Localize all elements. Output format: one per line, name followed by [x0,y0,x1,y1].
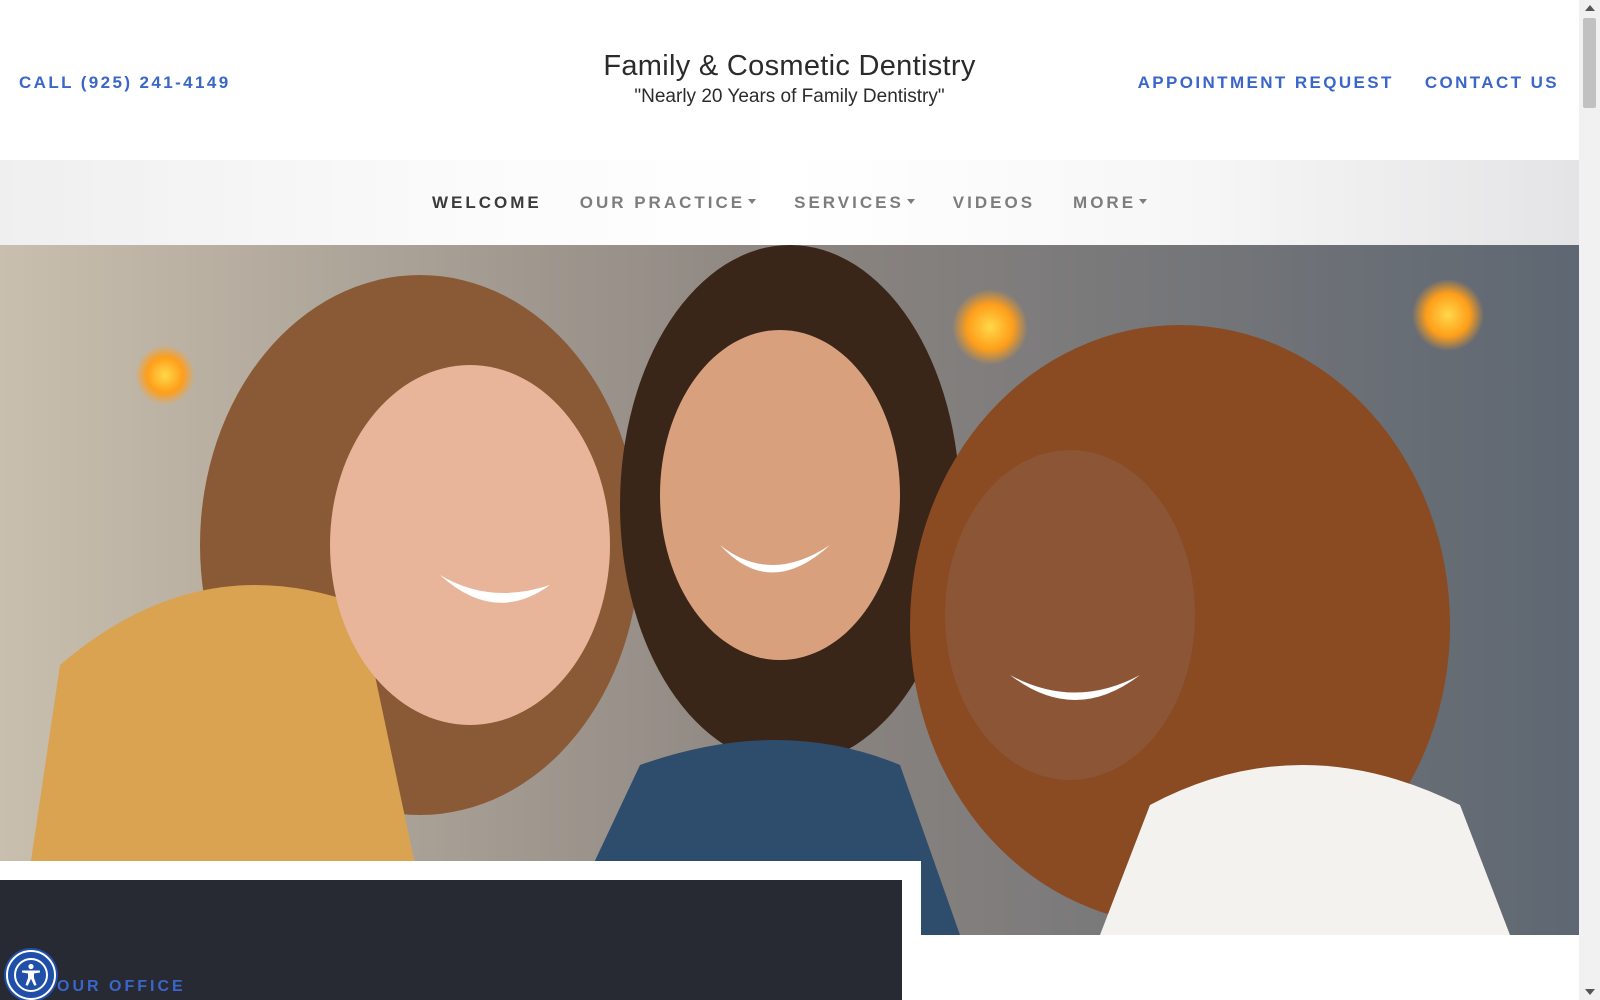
nav-item-label: WELCOME [431,192,542,212]
caret-down-icon [748,198,757,204]
nav-item-videos[interactable]: VIDEOS [953,193,1035,213]
accessibility-button[interactable] [6,950,56,1000]
scroll-up-icon[interactable] [1585,5,1595,11]
nav-item-welcome[interactable]: WELCOME [432,193,542,213]
accessibility-icon [14,958,48,992]
nav-item-label: MORE [1073,192,1137,212]
caret-down-icon [1139,198,1148,204]
nav-item-our-practice[interactable]: OUR PRACTICE [579,192,757,213]
nav-item-label: SERVICES [794,192,904,212]
scroll-down-icon[interactable] [1585,989,1595,995]
nav-item-label: OUR PRACTICE [579,192,746,212]
contact-us-link[interactable]: CONTACT US [1425,73,1559,93]
three-smiling-women-photo [0,245,1579,935]
site-header: CALL (925) 241-4149 Family & Cosmetic De… [0,0,1579,160]
nav-item-more[interactable]: MORE [1073,192,1148,213]
scrollbar-thumb[interactable] [1583,18,1596,108]
appointment-request-link[interactable]: APPOINTMENT REQUEST [1138,73,1394,93]
office-heading: OUR OFFICE [57,978,186,995]
nav-item-services[interactable]: SERVICES [794,193,915,213]
main-nav: WELCOME OUR PRACTICE SERVICES VIDEOS MOR… [0,160,1579,245]
header-links: APPOINTMENT REQUEST CONTACT US [1138,73,1559,93]
page-scrollbar[interactable] [1579,0,1600,1000]
hero-image [0,245,1579,935]
nav-item-label: VIDEOS [952,192,1036,212]
caret-down-icon [906,198,915,204]
